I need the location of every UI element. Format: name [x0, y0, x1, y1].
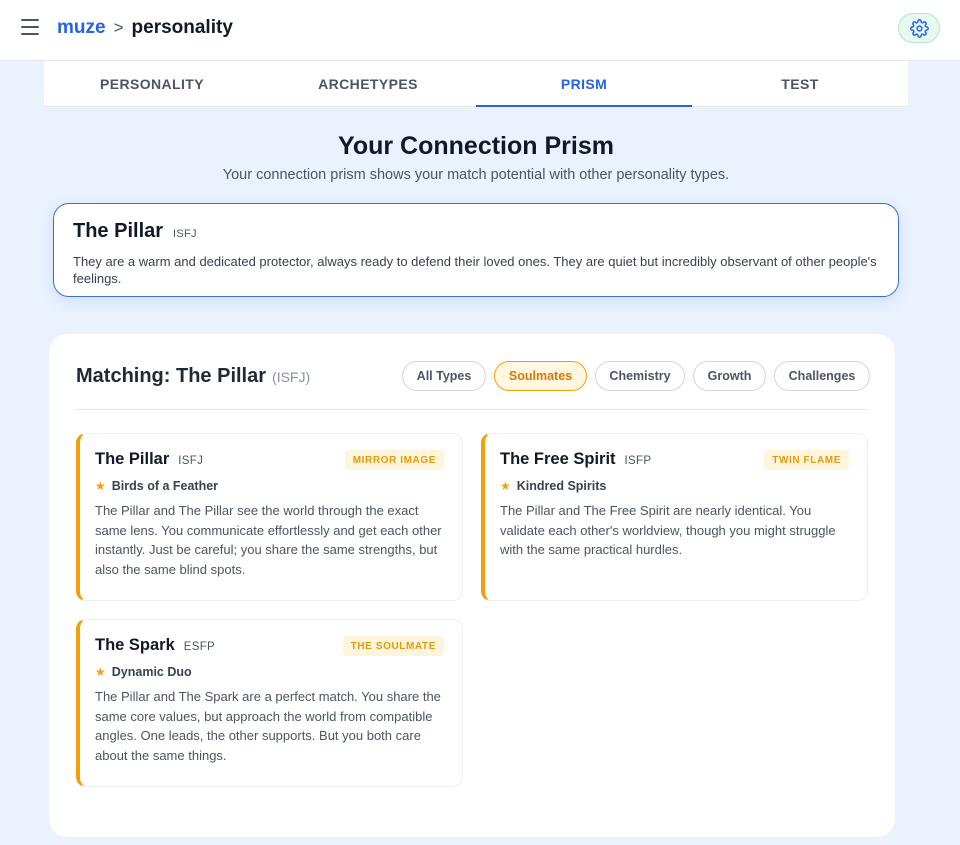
filter-growth[interactable]: Growth [693, 361, 766, 391]
breadcrumb-current-page: personality [131, 17, 233, 38]
tab-test[interactable]: TEST [692, 61, 908, 106]
matching-title: Matching: The Pillar (ISFJ) [76, 365, 310, 388]
filter-soulmates[interactable]: Soulmates [494, 361, 587, 391]
match-tag: Birds of a Feather [111, 479, 219, 493]
filter-chemistry[interactable]: Chemistry [595, 361, 685, 391]
match-filter-chips: All Types Soulmates Chemistry Growth Cha… [402, 361, 878, 391]
match-badge: MIRROR IMAGE [344, 450, 444, 470]
tab-archetypes[interactable]: ARCHETYPES [260, 61, 476, 106]
filter-all-types[interactable]: All Types [402, 361, 486, 391]
matching-title-code: (ISFJ) [272, 369, 311, 385]
match-name: The Pillar [95, 450, 170, 468]
selected-type-card: The Pillar ISFJ They are a warm and dedi… [53, 203, 899, 297]
hamburger-menu-icon[interactable] [21, 19, 39, 35]
match-name: The Free Spirit [500, 450, 616, 468]
page-subtitle: Your connection prism shows your match p… [222, 167, 730, 183]
type-name: The Pillar [73, 220, 164, 242]
gear-icon [909, 18, 929, 38]
tab-prism[interactable]: PRISM [476, 61, 692, 107]
settings-button[interactable] [898, 13, 940, 43]
matching-title-text: Matching: The Pillar [76, 365, 267, 387]
match-card[interactable]: The Spark ESFP THE SOULMATE ★ Dynamic Du… [76, 619, 463, 787]
star-icon: ★ [95, 479, 106, 493]
match-name: The Spark [95, 636, 175, 654]
type-description: They are a warm and dedicated protector,… [73, 254, 877, 286]
match-card[interactable]: The Free Spirit ISFP TWIN FLAME ★ Kindre… [481, 433, 868, 601]
top-bar: muze > personality [0, 0, 960, 61]
match-code: ISFP [624, 455, 652, 467]
page-title: Your Connection Prism [338, 132, 614, 160]
section-tabs: PERSONALITY ARCHETYPES PRISM TEST [44, 61, 908, 107]
breadcrumb-home-link[interactable]: muze [57, 17, 106, 39]
match-tag: Kindred Spirits [516, 479, 607, 493]
star-icon: ★ [95, 665, 106, 679]
match-description: The Pillar and The Free Spirit are nearl… [500, 503, 836, 557]
match-code: ISFJ [178, 455, 204, 467]
match-badge: THE SOULMATE [342, 636, 444, 656]
match-description: The Pillar and The Pillar see the world … [95, 503, 442, 577]
tab-personality[interactable]: PERSONALITY [44, 61, 260, 106]
breadcrumb-separator: > [113, 18, 124, 37]
type-code: ISFJ [173, 228, 197, 240]
breadcrumb: muze > personality [57, 17, 233, 39]
match-description: The Pillar and The Spark are a perfect m… [95, 689, 441, 763]
match-code: ESFP [183, 641, 216, 653]
matching-panel: Matching: The Pillar (ISFJ) All Types So… [49, 334, 895, 837]
match-tag: Dynamic Duo [111, 665, 192, 679]
filter-challenges[interactable]: Challenges [774, 361, 870, 391]
match-badge: TWIN FLAME [764, 450, 849, 470]
divider [75, 409, 868, 410]
match-card[interactable]: The Pillar ISFJ MIRROR IMAGE ★ Birds of … [76, 433, 463, 601]
star-icon: ★ [500, 479, 511, 493]
